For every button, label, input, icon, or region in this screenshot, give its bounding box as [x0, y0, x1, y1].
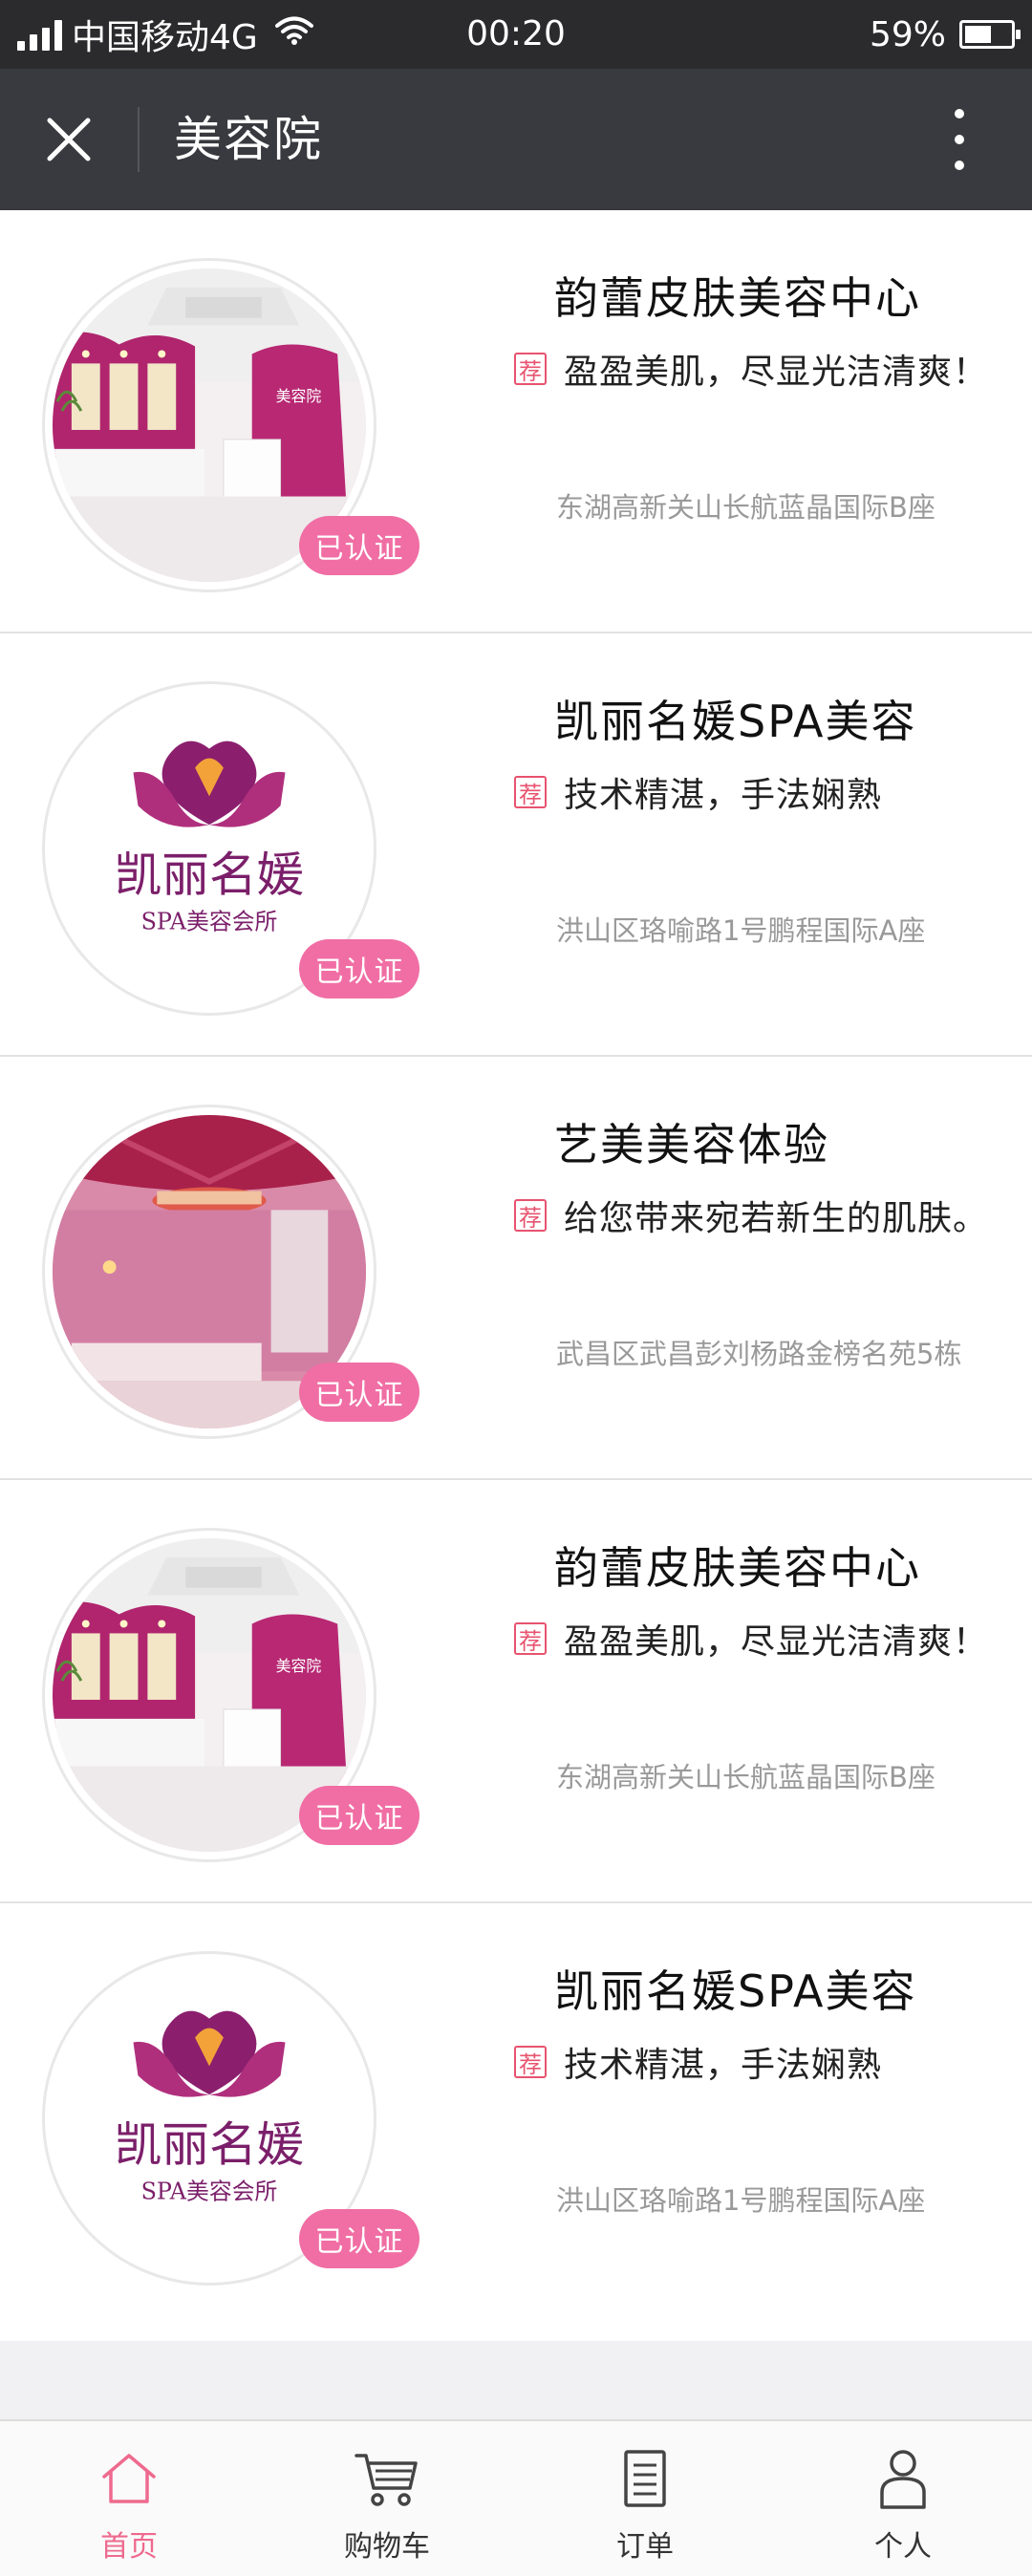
battery-fill	[965, 26, 992, 43]
shop-address: 洪山区珞喻路1号鹏程国际A座	[556, 2184, 926, 2217]
shop-list-item[interactable]: 凯丽名媛 SPA美容会所 已认证 凯丽名媛SPA美容 荐 技术精湛，手法娴熟 洪…	[0, 633, 1032, 1057]
status-right: 59%	[869, 0, 1021, 69]
more-dot-icon	[955, 135, 964, 144]
tab-label: 首页	[100, 2530, 158, 2564]
title-bar: 美容院	[0, 69, 1032, 210]
status-bar: 中国移动4G 00:20 59%	[0, 0, 1032, 69]
promo-row: 荐 盈盈美肌，尽显光洁清爽！	[514, 344, 988, 394]
cart-icon	[353, 2444, 421, 2513]
promo-text: 给您带来宛若新生的肌肤。	[564, 1199, 989, 1238]
certified-badge: 已认证	[299, 2209, 419, 2268]
tab-label: 购物车	[344, 2530, 430, 2564]
shop-name[interactable]: 艺美美容体验	[554, 1110, 829, 1173]
order-icon	[611, 2444, 679, 2513]
more-dot-icon	[955, 109, 964, 118]
close-button[interactable]	[34, 105, 103, 174]
certified-badge: 已认证	[299, 939, 419, 998]
tab-cart[interactable]: 购物车	[258, 2421, 516, 2576]
shop-name[interactable]: 凯丽名媛SPA美容	[554, 1957, 916, 2020]
shop-list: 美容院 已认证 韵蕾皮肤美容中心 荐 盈盈美肌，尽显光洁清爽！ 东湖高新关山长航…	[0, 210, 1032, 2327]
promo-row: 荐 技术精湛，手法娴熟	[514, 767, 882, 817]
more-dot-icon	[955, 161, 964, 170]
recommend-tag: 荐	[514, 353, 547, 385]
shop-address: 武昌区武昌彭刘杨路金榜名苑5栋	[556, 1338, 962, 1370]
logo-subtitle: SPA美容会所	[141, 908, 278, 934]
promo-row: 荐 技术精湛，手法娴熟	[514, 2037, 882, 2087]
page-title: 美容院	[174, 112, 323, 167]
promo-row: 荐 给您带来宛若新生的肌肤。	[514, 1191, 988, 1240]
tab-home[interactable]: 首页	[0, 2421, 258, 2576]
shop-list-item[interactable]: 已认证 艺美美容体验 荐 给您带来宛若新生的肌肤。 武昌区武昌彭刘杨路金榜名苑5…	[0, 1057, 1032, 1480]
bottom-tab-bar: 首页 购物车 订单 个人	[0, 2419, 1032, 2576]
shop-list-item[interactable]: 美容院 已认证 韵蕾皮肤美容中心 荐 盈盈美肌，尽显光洁清爽！ 东湖高新关山长航…	[0, 210, 1032, 633]
logo-title: 凯丽名媛	[115, 2117, 305, 2173]
certified-badge: 已认证	[299, 1363, 419, 1422]
recommend-tag: 荐	[514, 776, 547, 808]
promo-text: 技术精湛，手法娴熟	[564, 2046, 883, 2085]
shop-address: 洪山区珞喻路1号鹏程国际A座	[556, 914, 926, 947]
shop-list-item[interactable]: 凯丽名媛 SPA美容会所 已认证 凯丽名媛SPA美容 荐 技术精湛，手法娴熟 洪…	[0, 1903, 1032, 2327]
more-menu-button[interactable]	[925, 103, 994, 176]
tab-orders[interactable]: 订单	[516, 2421, 774, 2576]
promo-text: 盈盈美肌，尽显光洁清爽！	[564, 353, 989, 392]
shop-list-item[interactable]: 美容院 已认证 韵蕾皮肤美容中心 荐 盈盈美肌，尽显光洁清爽！ 东湖高新关山长航…	[0, 1480, 1032, 1903]
tab-label: 个人	[874, 2530, 932, 2564]
person-icon	[869, 2444, 937, 2513]
recommend-tag: 荐	[514, 1622, 547, 1655]
sign-text: 美容院	[276, 387, 322, 405]
battery-percent: 59%	[869, 14, 946, 54]
promo-text: 技术精湛，手法娴熟	[564, 776, 883, 815]
promo-row: 荐 盈盈美肌，尽显光洁清爽！	[514, 1614, 988, 1664]
home-icon	[95, 2444, 163, 2513]
tab-label: 订单	[616, 2530, 674, 2564]
close-icon	[47, 118, 91, 161]
shop-name[interactable]: 韵蕾皮肤美容中心	[554, 1534, 921, 1597]
sign-text: 美容院	[276, 1657, 322, 1675]
shop-address: 东湖高新关山长航蓝晶国际B座	[556, 1761, 935, 1793]
title-divider	[138, 107, 140, 172]
certified-badge: 已认证	[299, 516, 419, 575]
recommend-tag: 荐	[514, 2046, 547, 2078]
logo-subtitle: SPA美容会所	[141, 2178, 278, 2204]
tab-profile[interactable]: 个人	[774, 2421, 1032, 2576]
shop-address: 东湖高新关山长航蓝晶国际B座	[556, 491, 935, 524]
recommend-tag: 荐	[514, 1199, 547, 1232]
certified-badge: 已认证	[299, 1786, 419, 1845]
shop-name[interactable]: 凯丽名媛SPA美容	[554, 687, 916, 750]
list-end-spacer	[0, 2341, 1032, 2419]
shop-name[interactable]: 韵蕾皮肤美容中心	[554, 264, 921, 327]
battery-icon	[959, 20, 1021, 49]
logo-title: 凯丽名媛	[115, 848, 305, 903]
promo-text: 盈盈美肌，尽显光洁清爽！	[564, 1622, 989, 1662]
